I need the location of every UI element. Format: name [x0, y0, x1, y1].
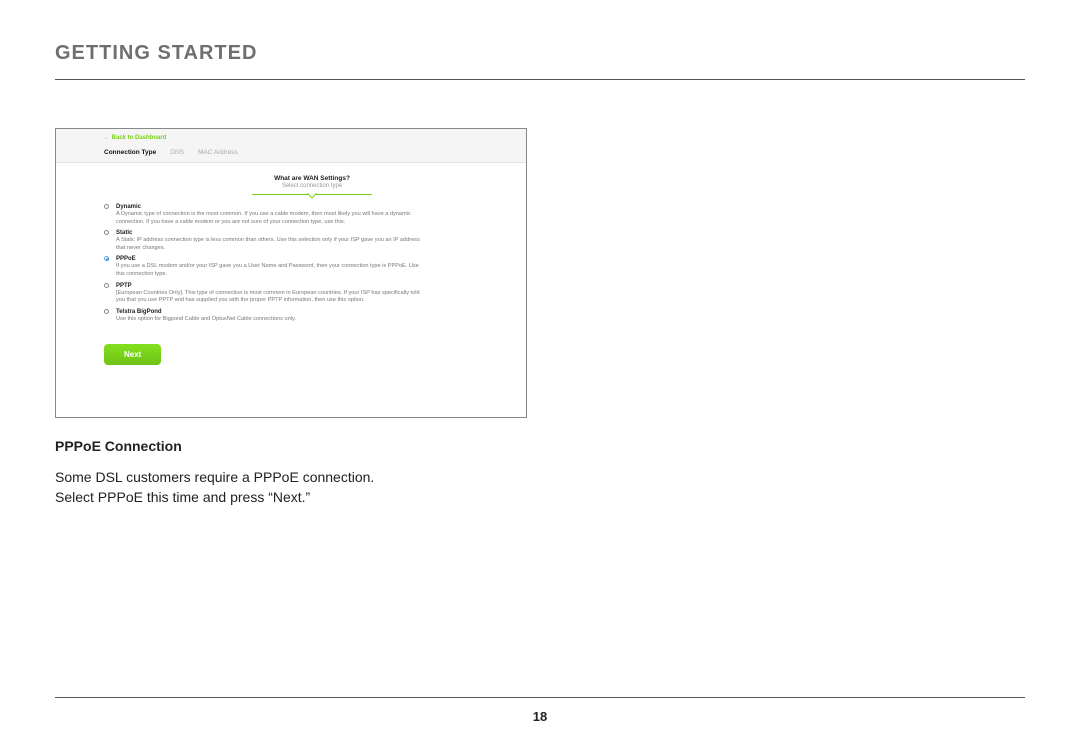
- option-pptp-desc: [European Countries Only]. This type of …: [116, 290, 426, 305]
- option-pppoe-desc: If you use a DSL modem and/or your ISP g…: [116, 263, 426, 278]
- screenshot-header: ← Back to Dashboard Connection Type DNS …: [56, 129, 526, 163]
- option-dynamic-desc: A Dynamic type of connection is the most…: [116, 211, 426, 226]
- prompt-underline: [252, 191, 372, 195]
- tab-connection-type[interactable]: Connection Type: [104, 149, 156, 162]
- options-list: Dynamic A Dynamic type of connection is …: [116, 203, 508, 323]
- divider-bottom: [55, 697, 1025, 698]
- prompt-area: What are WAN Settings? Select connection…: [212, 175, 412, 195]
- tab-mac-address[interactable]: MAC Address: [198, 149, 238, 162]
- option-static-desc: A Static IP address connection type is l…: [116, 237, 426, 252]
- page-title: GETTING STARTED: [55, 42, 1025, 79]
- divider-top: [55, 79, 1025, 80]
- page-number: 18: [0, 709, 1080, 724]
- option-dynamic[interactable]: Dynamic A Dynamic type of connection is …: [116, 203, 508, 226]
- prompt-title: What are WAN Settings?: [212, 175, 412, 182]
- option-dynamic-label: Dynamic: [116, 203, 508, 211]
- radio-telstra[interactable]: [104, 309, 109, 314]
- screenshot-body: What are WAN Settings? Select connection…: [56, 163, 526, 377]
- radio-static[interactable]: [104, 230, 109, 235]
- embedded-screenshot: ← Back to Dashboard Connection Type DNS …: [55, 128, 527, 418]
- radio-pppoe[interactable]: [104, 256, 109, 261]
- option-pppoe-label: PPPoE: [116, 255, 508, 263]
- tab-dns[interactable]: DNS: [170, 149, 184, 162]
- option-pptp-label: PPTP: [116, 282, 508, 290]
- caption-line-2: Select PPPoE this time and press “Next.”: [55, 489, 310, 505]
- caption-body: Some DSL customers require a PPPoE conne…: [55, 468, 1025, 507]
- option-pppoe[interactable]: PPPoE If you use a DSL modem and/or your…: [116, 255, 508, 278]
- back-to-dashboard-link[interactable]: ← Back to Dashboard: [104, 135, 526, 141]
- option-telstra-desc: Use this option for Bigpond Cable and Op…: [116, 316, 426, 324]
- option-static-label: Static: [116, 229, 508, 237]
- option-pptp[interactable]: PPTP [European Countries Only]. This typ…: [116, 282, 508, 305]
- option-telstra[interactable]: Telstra BigPond Use this option for Bigp…: [116, 308, 508, 324]
- next-button[interactable]: Next: [104, 344, 161, 365]
- option-telstra-label: Telstra BigPond: [116, 308, 508, 316]
- option-static[interactable]: Static A Static IP address connection ty…: [116, 229, 508, 252]
- tab-bar: Connection Type DNS MAC Address: [104, 149, 526, 162]
- radio-pptp[interactable]: [104, 283, 109, 288]
- radio-dynamic[interactable]: [104, 204, 109, 209]
- caption-line-1: Some DSL customers require a PPPoE conne…: [55, 469, 374, 485]
- caption-title: PPPoE Connection: [55, 438, 1025, 454]
